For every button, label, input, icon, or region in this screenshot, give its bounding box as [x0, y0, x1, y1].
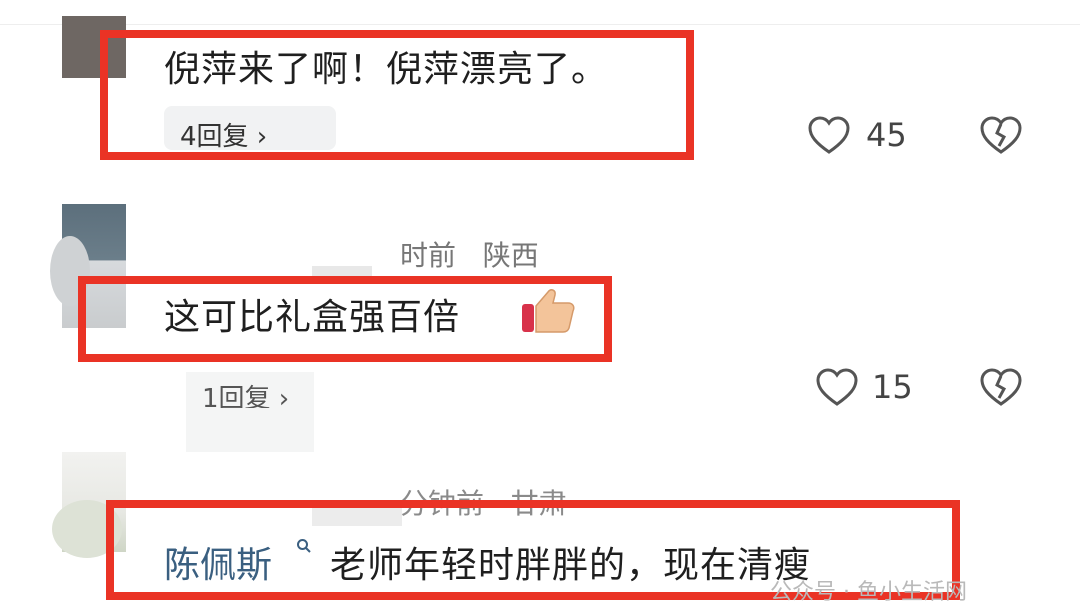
- reply-button[interactable]: 1回复 ›: [186, 368, 314, 408]
- heart-outline-icon: [808, 116, 850, 154]
- watermark: 公众号 · 鱼小生活网: [770, 580, 967, 605]
- heart-outline-icon: [816, 368, 858, 406]
- blurred-username: [312, 266, 372, 276]
- like-count: 45: [866, 116, 907, 154]
- comment-time: 时前: [400, 239, 457, 272]
- comment-meta: 时前 陕西: [400, 234, 539, 274]
- like-count: 15: [872, 368, 913, 406]
- highlight-box: [78, 276, 612, 362]
- divider-line: [0, 24, 1080, 25]
- dislike-button[interactable]: [980, 368, 1022, 412]
- highlight-box: [100, 30, 694, 160]
- broken-heart-icon: [980, 116, 1022, 154]
- dislike-button[interactable]: [980, 116, 1022, 160]
- comment-region: 陕西: [482, 239, 539, 272]
- broken-heart-icon: [980, 368, 1022, 406]
